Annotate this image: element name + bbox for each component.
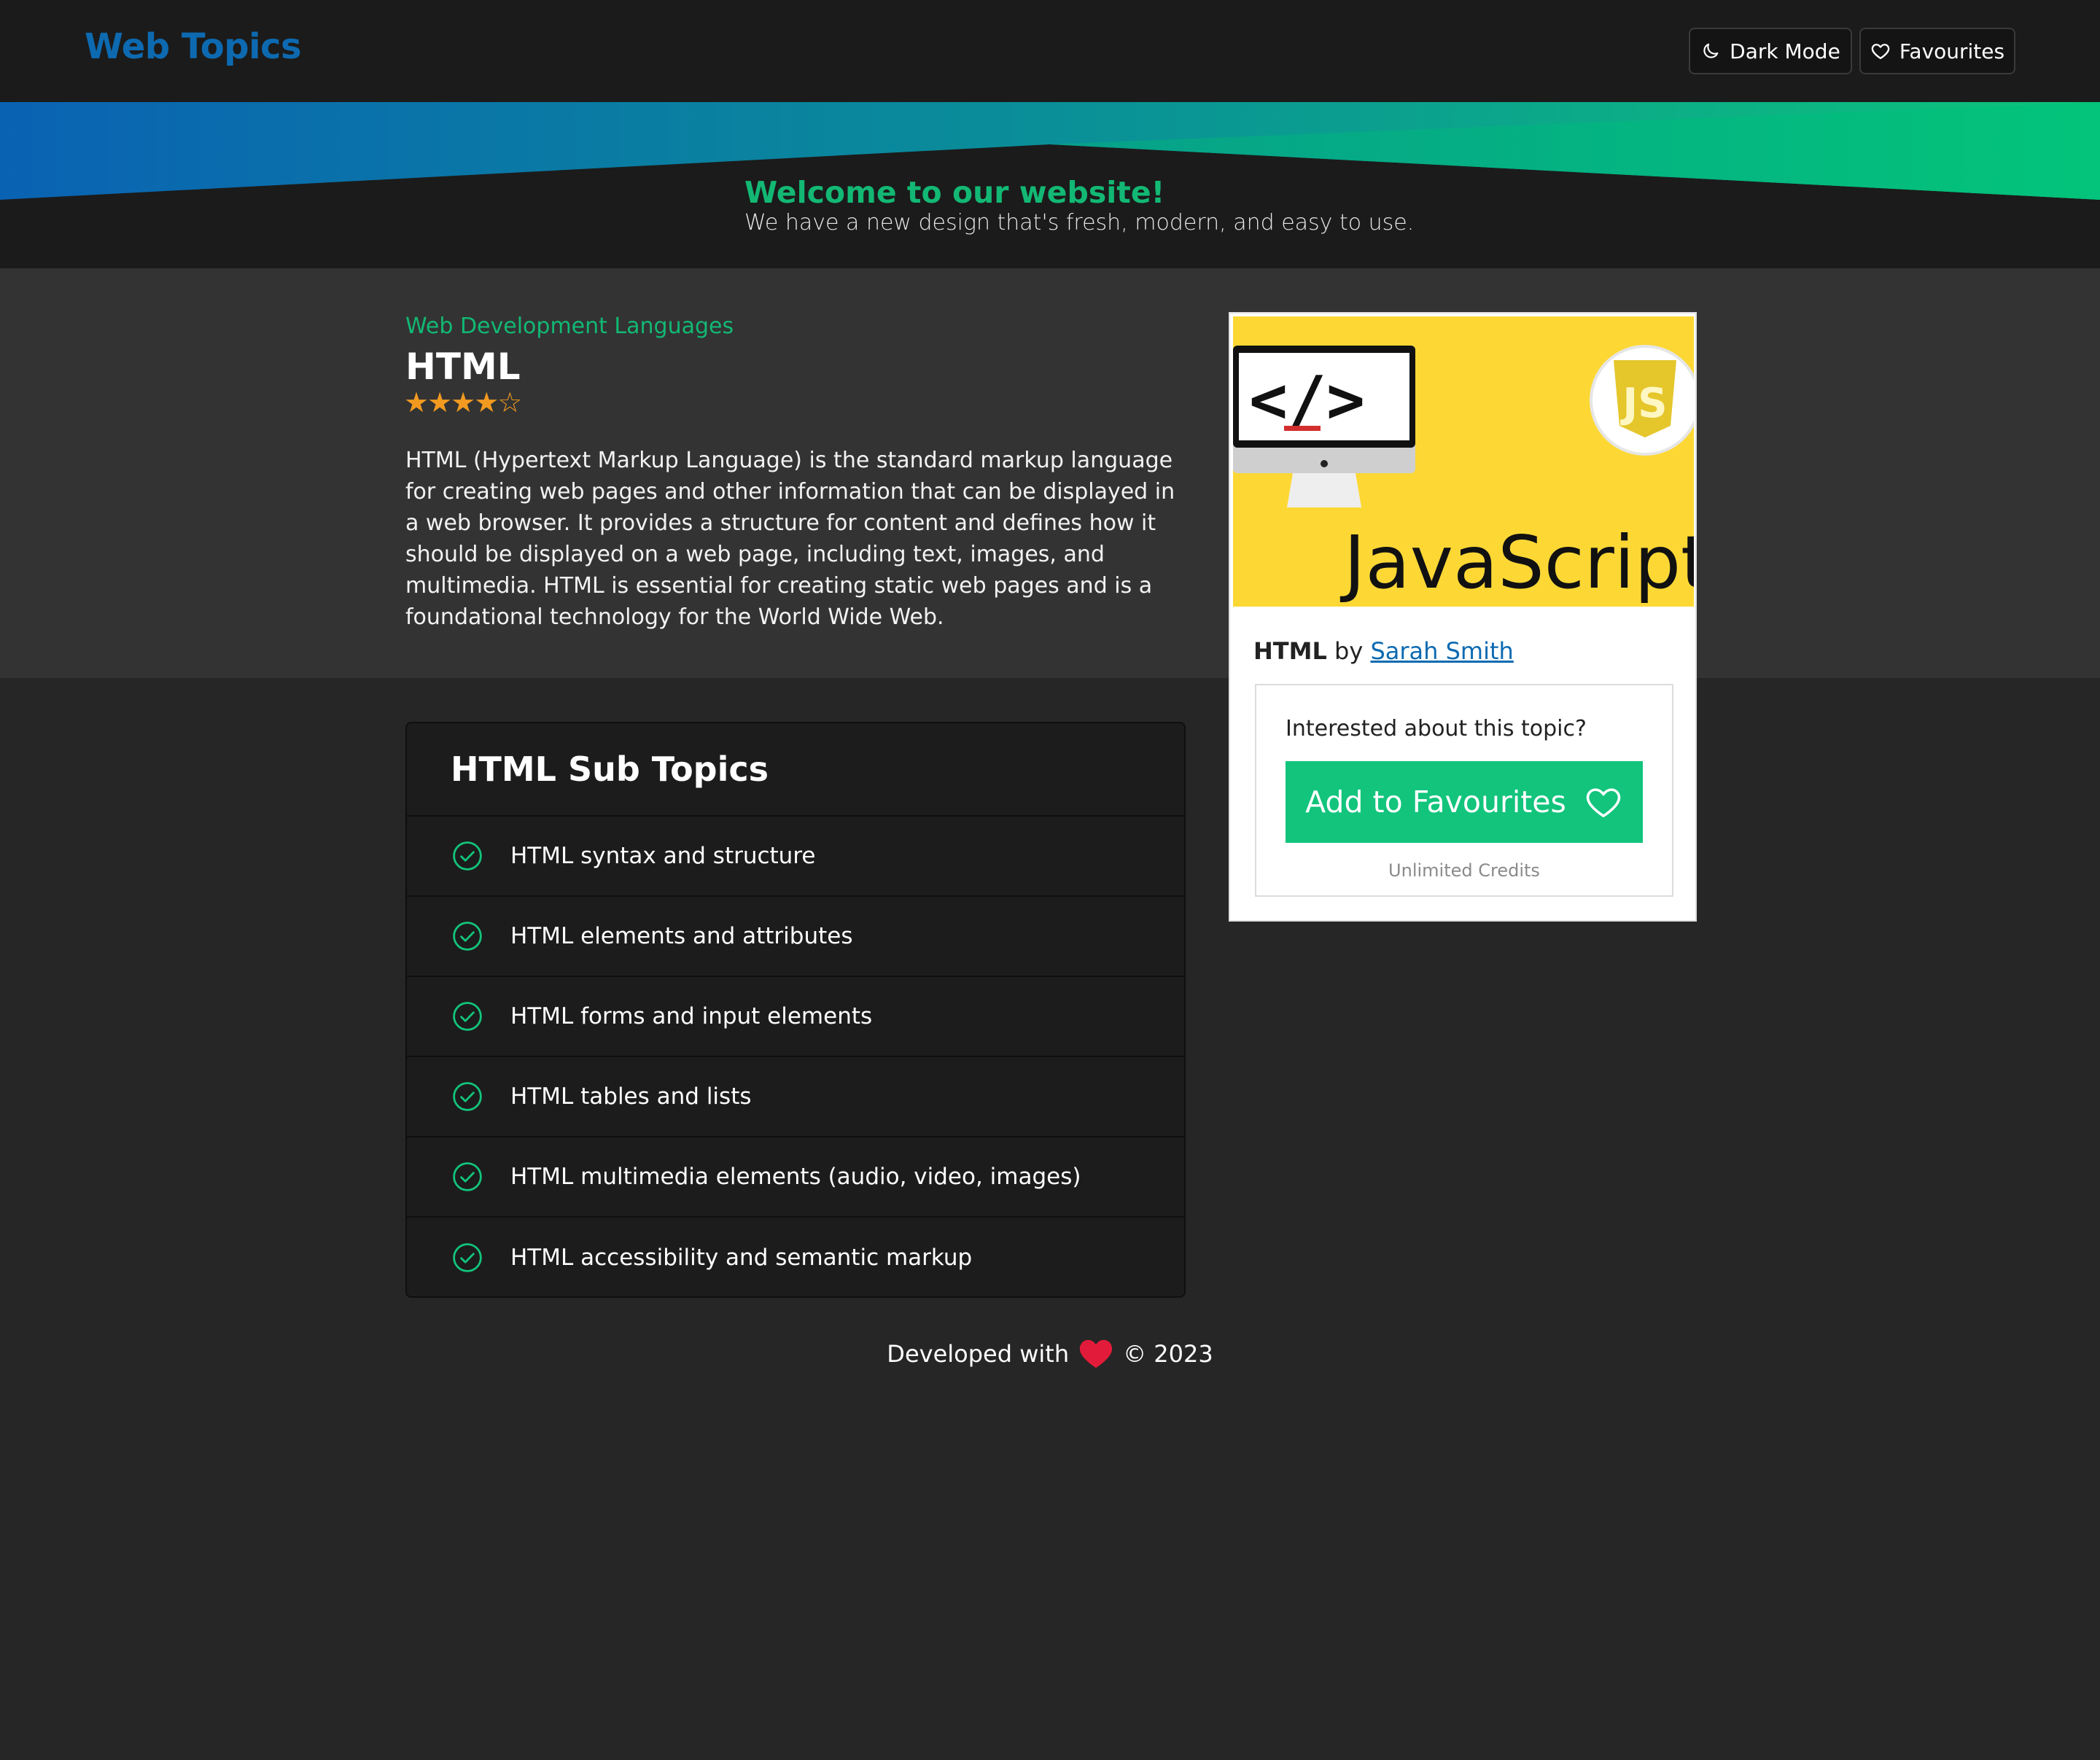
- dark-mode-button[interactable]: Dark Mode: [1689, 28, 1852, 74]
- page-footer: Developed with © 2023: [0, 1339, 2100, 1369]
- heart-outline-icon: [1871, 44, 1890, 60]
- check-circle-icon: [453, 922, 482, 951]
- js-badge-text: JS: [1619, 380, 1667, 427]
- subtopic-label: HTML multimedia elements (audio, video, …: [510, 1164, 1081, 1190]
- byline-topic: HTML: [1253, 637, 1327, 665]
- topic-card: </> JS JavaScript HTML by Sarah Smith In…: [1229, 312, 1697, 922]
- topic-category: Web Development Languages: [405, 314, 734, 339]
- topic-description: HTML (Hypertext Markup Language) is the …: [405, 448, 1175, 630]
- check-circle-icon: [453, 841, 482, 871]
- check-circle-icon: [453, 1082, 482, 1111]
- topic-byline: HTML by Sarah Smith: [1253, 637, 1514, 665]
- subtopics-list: HTML syntax and structure HTML elements a…: [407, 817, 1184, 1296]
- subtopic-item: HTML accessibility and semantic markup: [407, 1218, 1184, 1296]
- subtopics-panel: HTML Sub Topics HTML syntax and structur…: [405, 722, 1186, 1298]
- heart-filled-icon: [1079, 1339, 1113, 1368]
- javascript-wordmark: JavaScript: [1339, 520, 1694, 605]
- subtopic-item: HTML multimedia elements (audio, video, …: [407, 1137, 1184, 1218]
- welcome-title: Welcome to our website!: [744, 175, 1165, 210]
- moon-icon: [1703, 43, 1719, 58]
- subtopic-item: HTML forms and input elements: [407, 977, 1184, 1057]
- subtopic-label: HTML syntax and structure: [510, 843, 816, 869]
- subtopic-label: HTML elements and attributes: [510, 923, 853, 949]
- footer-prefix: Developed with: [887, 1340, 1070, 1368]
- subtopic-item: HTML elements and attributes: [407, 897, 1184, 977]
- check-circle-icon: [453, 1002, 482, 1031]
- interest-question: Interested about this topic?: [1286, 716, 1587, 741]
- topic-title: HTML: [405, 346, 521, 388]
- subtopic-label: HTML accessibility and semantic markup: [510, 1245, 973, 1271]
- interest-box: Interested about this topic? Add to Favo…: [1255, 684, 1673, 897]
- credits-note: Unlimited Credits: [1388, 860, 1540, 881]
- byline-by: by: [1334, 637, 1364, 665]
- check-circle-icon: [453, 1162, 482, 1191]
- heart-outline-icon: [1586, 788, 1621, 817]
- topic-image: </> JS JavaScript: [1233, 316, 1694, 607]
- subtopics-heading: HTML Sub Topics: [407, 723, 1184, 817]
- welcome-banner: Welcome to our website! We have a new de…: [0, 102, 2100, 268]
- dark-mode-label: Dark Mode: [1730, 39, 1840, 63]
- subtopic-item: HTML tables and lists: [407, 1057, 1184, 1137]
- javascript-illustration: </> JS JavaScript: [1233, 345, 1694, 605]
- add-to-favourites-label: Add to Favourites: [1305, 784, 1566, 819]
- welcome-subtitle: We have a new design that's fresh, moder…: [744, 210, 1415, 235]
- subtopic-item: HTML syntax and structure: [407, 817, 1184, 897]
- subtopic-label: HTML forms and input elements: [510, 1003, 873, 1029]
- favourites-button[interactable]: Favourites: [1859, 28, 2015, 74]
- footer-copyright: © 2023: [1123, 1340, 1213, 1368]
- add-to-favourites-button[interactable]: Add to Favourites: [1286, 761, 1643, 843]
- star-rating: ★★★★☆: [404, 386, 522, 418]
- author-link[interactable]: Sarah Smith: [1370, 637, 1513, 665]
- top-navbar: Web Topics Dark Mode Favourites: [0, 0, 2100, 102]
- brand-logo[interactable]: Web Topics: [85, 26, 302, 67]
- favourites-label: Favourites: [1899, 39, 2005, 63]
- subtopic-label: HTML tables and lists: [510, 1083, 752, 1110]
- topic-hero: Web Development Languages HTML ★★★★☆ HTM…: [0, 268, 2100, 678]
- check-circle-icon: [453, 1243, 482, 1272]
